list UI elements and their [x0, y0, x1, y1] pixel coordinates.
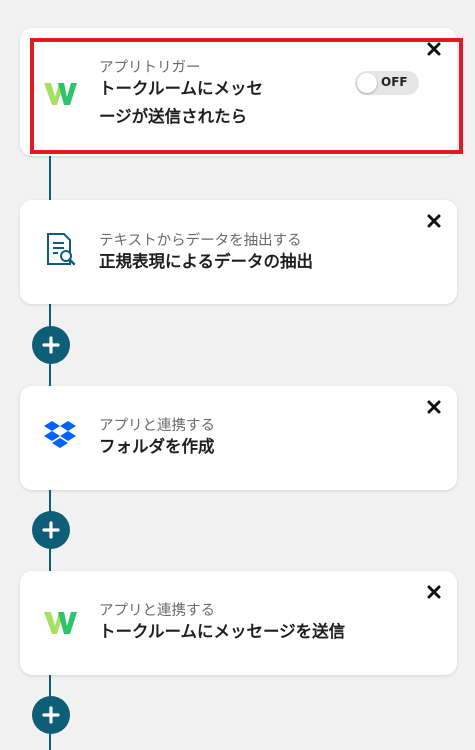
plus-icon [42, 521, 60, 539]
document-search-icon [47, 233, 76, 266]
create-folder-step-card[interactable]: アプリと連携する フォルダを作成 [20, 386, 457, 490]
step-title: フォルダを作成 [99, 437, 215, 456]
plus-icon [42, 336, 60, 354]
step-title-line: ージが送信されたら [99, 107, 248, 126]
step-type-label: アプリと連携する [99, 418, 215, 434]
toggle-knob [357, 73, 377, 93]
w-app-logo-icon [44, 612, 77, 634]
step-title-line: トークルームにメッセ [99, 79, 264, 98]
step-title: 正規表現によるデータの抽出 [99, 252, 314, 271]
close-icon[interactable] [426, 41, 442, 57]
step-type-label: アプリトリガー [99, 60, 201, 76]
step-title: トークルームにメッセ ージが送信されたら [99, 75, 263, 131]
close-icon[interactable] [426, 399, 442, 415]
flow-connector-line [49, 150, 51, 202]
step-type-label: アプリと連携する [99, 603, 215, 619]
plus-icon [42, 706, 60, 724]
trigger-toggle-switch[interactable]: OFF [355, 71, 419, 95]
w-app-logo-icon [44, 83, 77, 105]
step-type-label: テキストからデータを抽出する [99, 233, 302, 249]
add-step-button[interactable] [32, 696, 70, 734]
close-icon[interactable] [426, 584, 442, 600]
add-step-button[interactable] [32, 326, 70, 364]
extract-data-step-card[interactable]: テキストからデータを抽出する 正規表現によるデータの抽出 [20, 200, 457, 304]
toggle-state-label: OFF [381, 75, 408, 89]
add-step-button[interactable] [32, 511, 70, 549]
send-message-step-card[interactable]: アプリと連携する トークルームにメッセージを送信 [20, 571, 457, 675]
step-title: トークルームにメッセージを送信 [99, 622, 346, 641]
dropbox-icon [44, 421, 76, 448]
trigger-step-card[interactable]: アプリトリガー トークルームにメッセ ージが送信されたら OFF [20, 28, 463, 156]
close-icon[interactable] [426, 213, 442, 229]
